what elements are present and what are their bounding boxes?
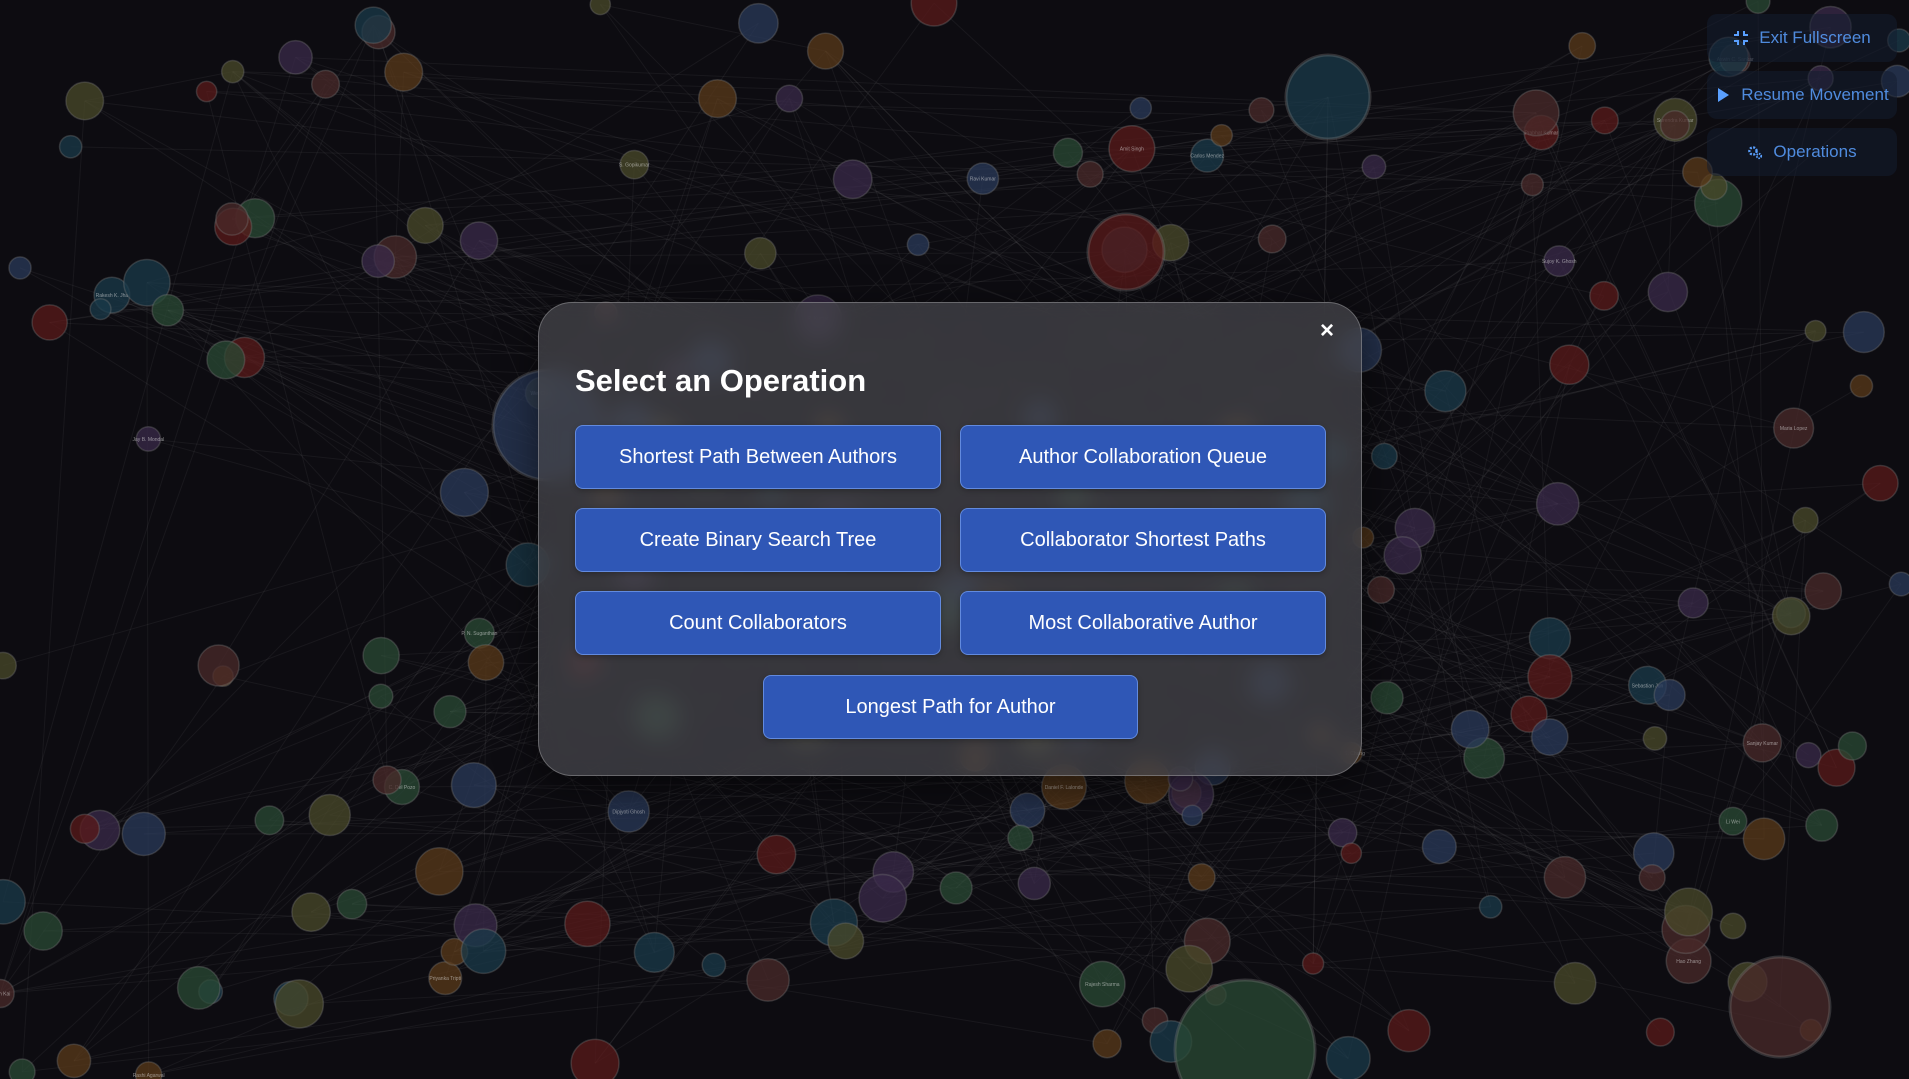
operation-modal: × Select an Operation Shortest Path Betw… — [538, 302, 1362, 776]
count-collaborators-button[interactable]: Count Collaborators — [575, 591, 941, 655]
create-bst-button[interactable]: Create Binary Search Tree — [575, 508, 941, 572]
modal-title: Select an Operation — [575, 363, 867, 398]
collaboration-queue-button[interactable]: Author Collaboration Queue — [960, 425, 1326, 489]
modal-overlay: × Select an Operation Shortest Path Betw… — [0, 0, 1909, 1079]
most-collaborative-author-button[interactable]: Most Collaborative Author — [960, 591, 1326, 655]
longest-path-button[interactable]: Longest Path for Author — [763, 675, 1138, 739]
shortest-path-button[interactable]: Shortest Path Between Authors — [575, 425, 941, 489]
collaborator-shortest-paths-button[interactable]: Collaborator Shortest Paths — [960, 508, 1326, 572]
close-icon[interactable]: × — [1313, 317, 1341, 345]
